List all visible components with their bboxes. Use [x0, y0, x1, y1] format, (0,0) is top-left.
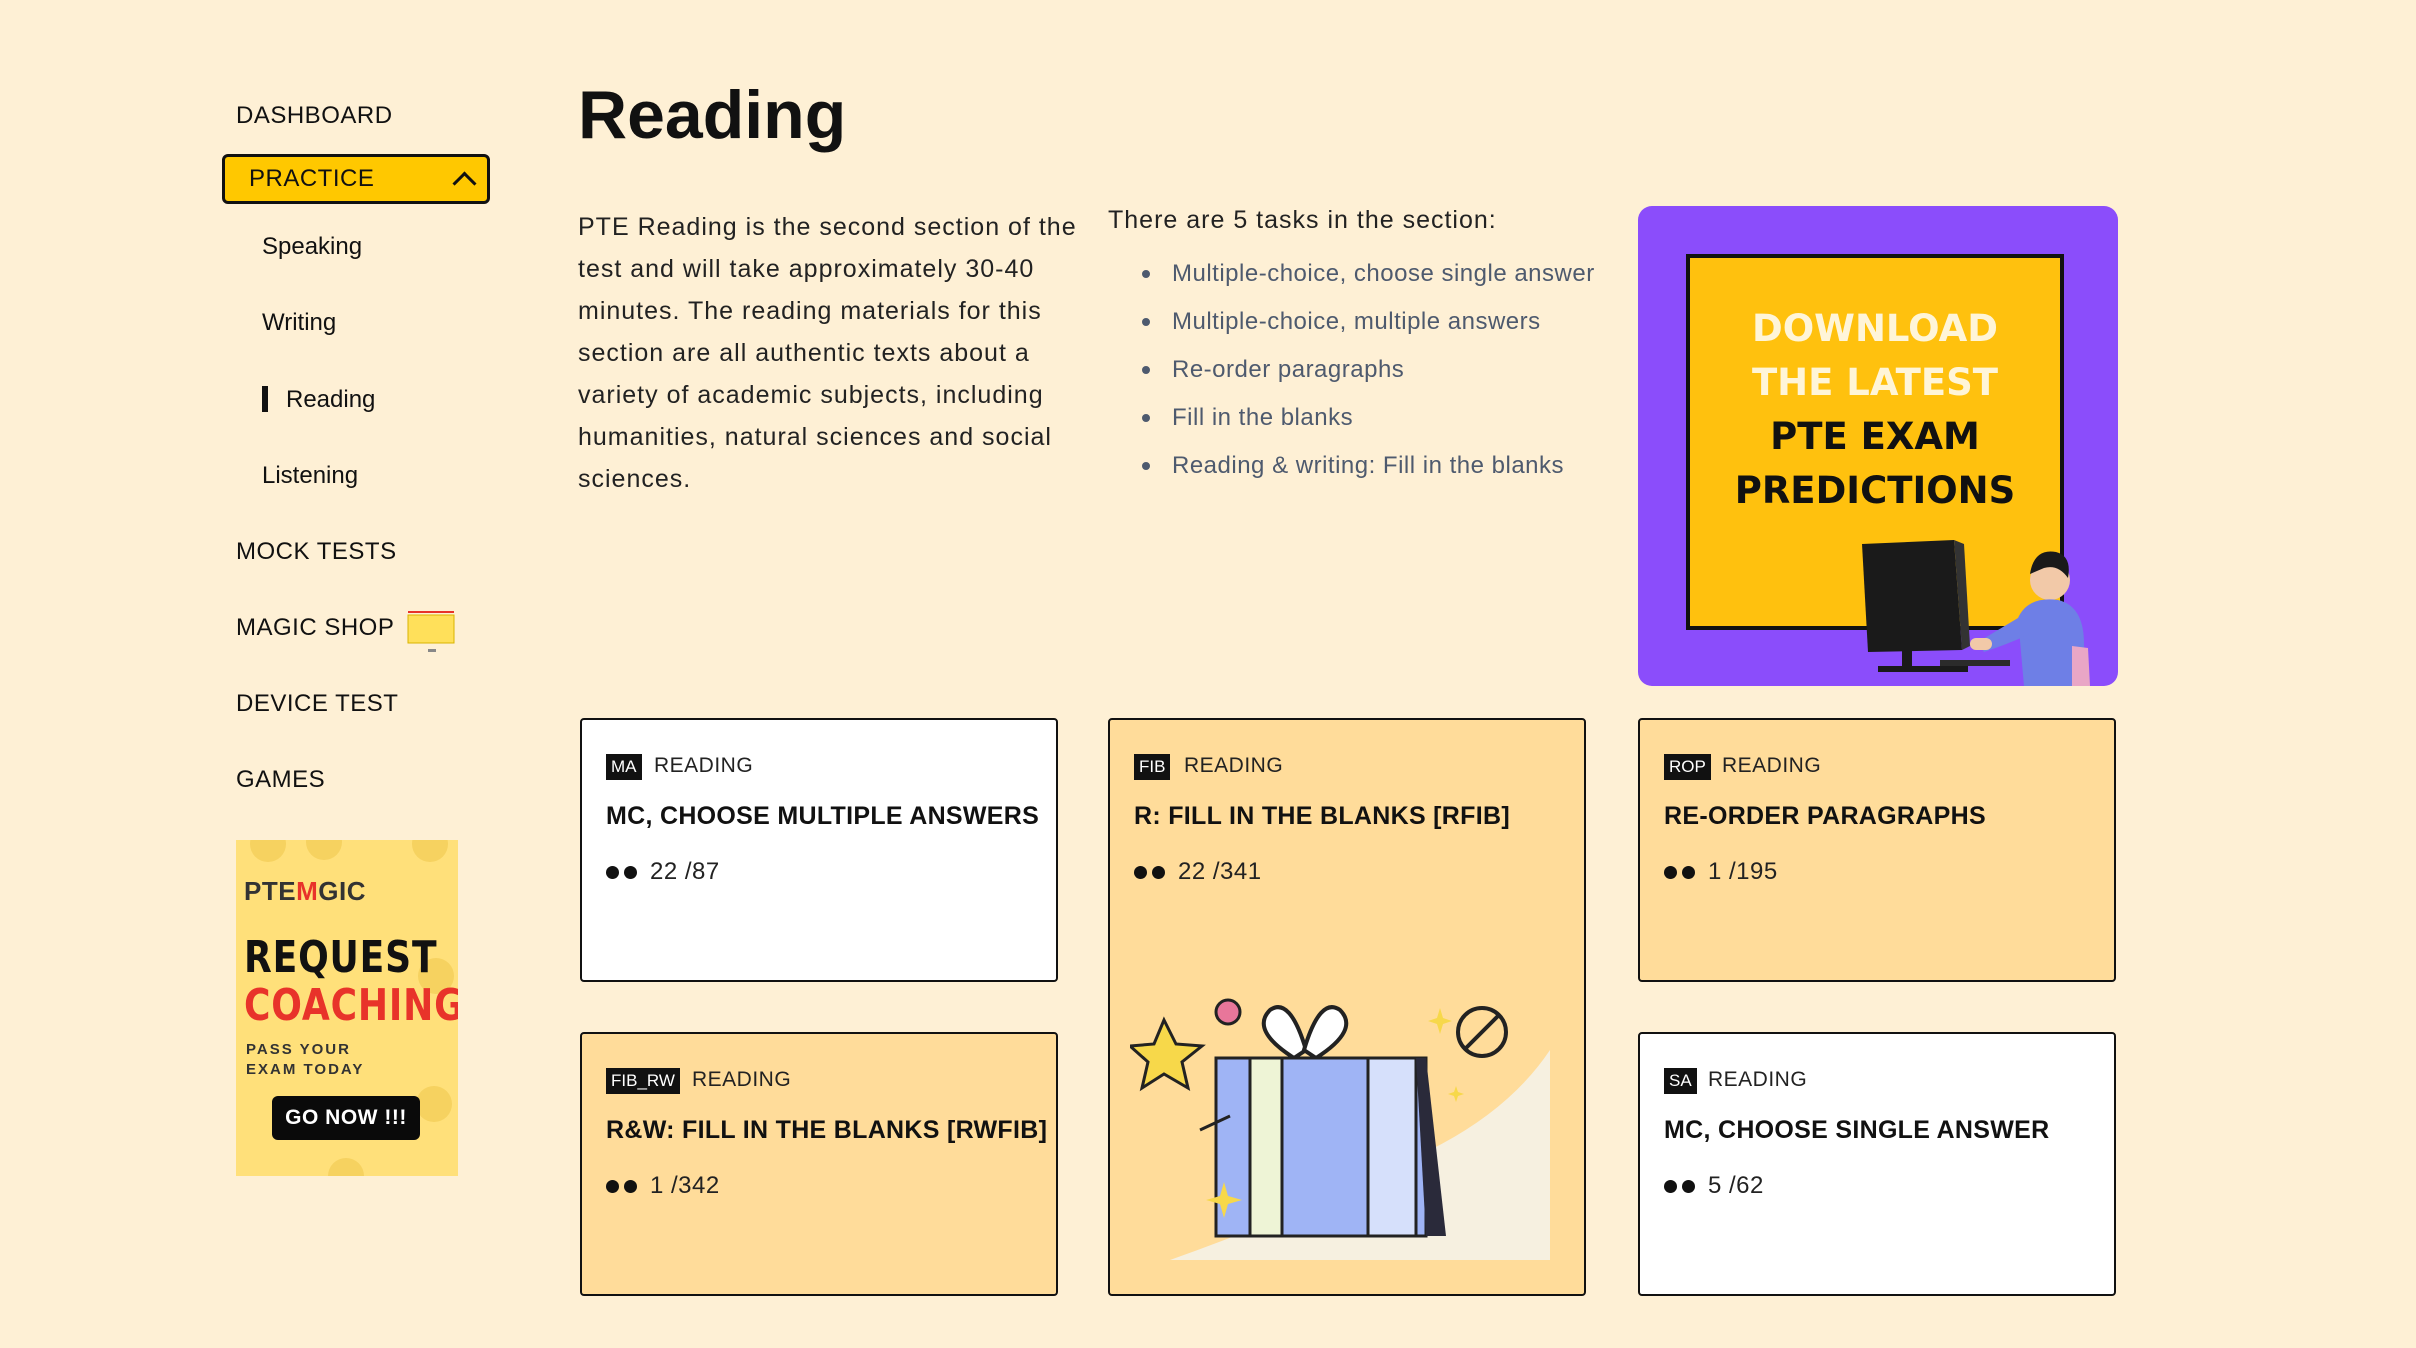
card-category: READING: [692, 1068, 792, 1091]
task-list: Multiple-choice, choose single answer Mu…: [1108, 250, 1652, 490]
task-code-tag: FIB: [1134, 754, 1171, 780]
task-item: Fill in the blanks: [1142, 394, 1652, 442]
card-fib-rw[interactable]: FIB_RW READING R&W: FILL IN THE BLANKS […: [580, 1032, 1058, 1296]
task-code-tag: MA: [606, 754, 642, 780]
sidebar-item-reading-label: Reading: [286, 386, 376, 413]
card-title: R&W: FILL IN THE BLANKS [RWFIB]: [606, 1116, 1048, 1144]
card-rop[interactable]: ROP READING RE-ORDER PARAGRAPHS 1 /195: [1638, 718, 2116, 982]
card-progress: 22 /341: [1134, 858, 1262, 886]
ad-headline: REQUEST: [244, 932, 438, 983]
exam-predictions-banner[interactable]: DOWNLOAD THE LATEST PTE EXAM PREDICTIONS: [1638, 206, 2118, 686]
task-item: Reading & writing: Fill in the blanks: [1142, 442, 1652, 490]
sidebar-item-speaking[interactable]: Speaking: [262, 233, 362, 261]
nav-practice[interactable]: PRACTICE: [222, 154, 490, 204]
card-progress: 22 /87: [606, 858, 720, 886]
section-intro: PTE Reading is the second section of the…: [578, 213, 1077, 493]
nav-games[interactable]: GAMES: [236, 766, 325, 794]
card-title: R: FILL IN THE BLANKS [RFIB]: [1134, 802, 1510, 830]
sidebar-item-listening[interactable]: Listening: [262, 462, 358, 490]
sidebar-item-reading[interactable]: Reading: [262, 385, 376, 414]
ad-subtext: PASS YOUR EXAM TODAY: [246, 1041, 365, 1078]
gift-box-illustration: [1130, 998, 1550, 1260]
card-category: READING: [1708, 1068, 1808, 1091]
card-category: READING: [1184, 754, 1284, 777]
chevron-up-icon: [452, 170, 477, 196]
task-code-tag: ROP: [1664, 754, 1711, 780]
card-title: MC, CHOOSE SINGLE ANSWER: [1664, 1116, 2050, 1144]
nav-practice-label: PRACTICE: [249, 165, 375, 192]
tasks-heading: There are 5 tasks in the section:: [1108, 206, 1497, 234]
nav-mock-tests[interactable]: MOCK TESTS: [236, 538, 397, 566]
nav-dashboard[interactable]: DASHBOARD: [236, 102, 393, 130]
card-category: READING: [654, 754, 754, 777]
card-ma[interactable]: MA READING MC, CHOOSE MULTIPLE ANSWERS 2…: [580, 718, 1058, 982]
person-at-computer-illustration: [1862, 540, 2090, 686]
active-indicator: [262, 385, 268, 412]
page-title: Reading: [578, 77, 847, 153]
ad-logo: PTEMGIC: [244, 876, 366, 906]
card-progress: 1 /195: [1664, 858, 1778, 886]
nav-device-test[interactable]: DEVICE TEST: [236, 690, 398, 718]
card-sa[interactable]: SA READING MC, CHOOSE SINGLE ANSWER 5 /6…: [1638, 1032, 2116, 1296]
task-item: Re-order paragraphs: [1142, 346, 1652, 394]
task-code-tag: SA: [1664, 1068, 1697, 1094]
task-item: Multiple-choice, choose single answer: [1142, 250, 1652, 298]
card-title: MC, CHOOSE MULTIPLE ANSWERS: [606, 802, 1040, 830]
promo-line-1: DOWNLOAD: [1751, 307, 1998, 350]
task-item: Multiple-choice, multiple answers: [1142, 298, 1652, 346]
coaching-ad-banner[interactable]: PTEMGIC REQUEST COACHING PASS YOUR EXAM …: [236, 840, 458, 1176]
shop-sign-icon: [407, 611, 455, 652]
promo-line-2: THE LATEST: [1751, 361, 1999, 404]
card-fib[interactable]: FIB READING R: FILL IN THE BLANKS [RFIB]…: [1108, 718, 1586, 1296]
sidebar-item-writing[interactable]: Writing: [262, 309, 336, 337]
promo-line-3: PTE EXAM: [1770, 415, 1980, 458]
card-category: READING: [1722, 754, 1822, 777]
promo-line-4: PREDICTIONS: [1734, 469, 2016, 512]
card-progress: 5 /62: [1664, 1172, 1764, 1200]
card-title: RE-ORDER PARAGRAPHS: [1664, 802, 1986, 830]
ad-headline-accent: COACHING: [244, 980, 458, 1031]
go-now-button[interactable]: GO NOW !!!: [272, 1096, 420, 1140]
card-progress: 1 /342: [606, 1172, 720, 1200]
task-code-tag: FIB_RW: [606, 1068, 680, 1094]
nav-magic-shop[interactable]: MAGIC SHOP: [236, 614, 394, 642]
